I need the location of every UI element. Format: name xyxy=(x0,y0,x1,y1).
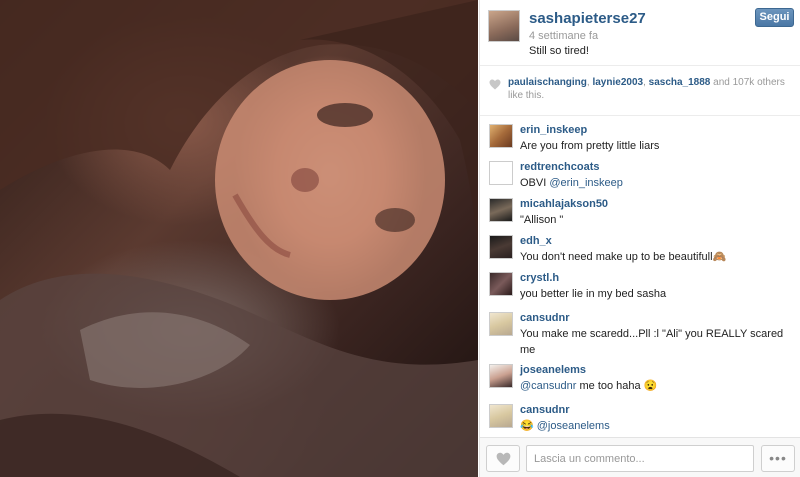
commenter-avatar[interactable] xyxy=(489,364,513,388)
heart-icon xyxy=(496,452,511,466)
comment-item: erin_inskeep Are you from pretty little … xyxy=(480,122,800,159)
comment-mention[interactable]: @erin_inskeep xyxy=(549,177,623,189)
comment-username[interactable]: cansudnr xyxy=(520,402,791,418)
comment-text: Are you from pretty little liars xyxy=(520,140,660,152)
comment-username[interactable]: crystl.h xyxy=(520,270,791,286)
comment-item: cansudnr 😂 @joseanelems xyxy=(480,402,800,437)
comment-item: crystl.h you better lie in my bed sasha xyxy=(480,270,800,310)
like-button[interactable] xyxy=(486,445,520,472)
comment-username[interactable]: cansudnr xyxy=(520,310,791,326)
more-options-button[interactable]: ••• xyxy=(761,445,795,472)
comment-input[interactable] xyxy=(526,445,754,472)
commenter-avatar[interactable] xyxy=(489,124,513,148)
comment-bar: ••• xyxy=(480,437,800,477)
liker-link[interactable]: laynie2003 xyxy=(592,77,643,88)
comment-item: joseanelems @cansudnr me too haha 😧 xyxy=(480,362,800,402)
post-header: sashapieterse27 4 settimane fa Still so … xyxy=(480,0,800,66)
post-caption: Still so tired! xyxy=(529,45,589,57)
commenter-avatar[interactable] xyxy=(489,235,513,259)
comment-username[interactable]: edh_x xyxy=(520,233,791,249)
comment-username[interactable]: micahlajakson50 xyxy=(520,196,791,212)
post-sidebar: sashapieterse27 4 settimane fa Still so … xyxy=(479,0,800,477)
commenter-avatar[interactable] xyxy=(489,198,513,222)
comment-text: OBVI @erin_inskeep xyxy=(520,175,791,191)
commenter-avatar[interactable] xyxy=(489,161,513,185)
heart-icon xyxy=(489,79,501,90)
comment-mention[interactable]: @joseanelems xyxy=(537,420,610,432)
commenter-avatar[interactable] xyxy=(489,272,513,296)
comment-item: micahlajakson50 "Allison " xyxy=(480,196,800,233)
comment-mention[interactable]: @cansudnr xyxy=(520,380,576,392)
author-avatar[interactable] xyxy=(488,10,520,42)
author-username[interactable]: sashapieterse27 xyxy=(529,10,646,27)
comment-text: @cansudnr me too haha 😧 xyxy=(520,378,791,394)
comment-username[interactable]: redtrenchcoats xyxy=(520,159,791,175)
comment-text: You don't need make up to be beautifull🙈 xyxy=(520,251,727,263)
comment-prefix: OBVI xyxy=(520,177,550,189)
post-timestamp[interactable]: 4 settimane fa xyxy=(529,30,598,42)
likes-summary: paulaischanging, laynie2003, sascha_1888… xyxy=(480,66,800,116)
comment-text: You make me scaredd...Pll :l "Ali" you R… xyxy=(520,328,784,356)
comment-username[interactable]: erin_inskeep xyxy=(520,122,791,138)
commenter-avatar[interactable] xyxy=(489,312,513,336)
photo-art xyxy=(0,0,478,477)
comment-item: edh_x You don't need make up to be beaut… xyxy=(480,233,800,270)
comment-item: redtrenchcoats OBVI @erin_inskeep xyxy=(480,159,800,196)
comment-item: cansudnr You make me scaredd...Pll :l "A… xyxy=(480,310,800,362)
follow-button[interactable]: Segui xyxy=(755,8,794,27)
comment-username[interactable]: joseanelems xyxy=(520,362,791,378)
comment-text: "Allison " xyxy=(520,214,564,226)
commenter-avatar[interactable] xyxy=(489,404,513,428)
liker-link[interactable]: paulaischanging xyxy=(508,77,587,88)
comments-list[interactable]: erin_inskeep Are you from pretty little … xyxy=(480,117,800,437)
comment-text: you better lie in my bed sasha xyxy=(520,288,667,300)
liker-link[interactable]: sascha_1888 xyxy=(649,77,711,88)
post-photo xyxy=(0,0,478,477)
comment-text: 😂 @joseanelems xyxy=(520,418,791,434)
comment-suffix: me too haha 😧 xyxy=(576,380,658,392)
comment-prefix: 😂 xyxy=(520,420,537,432)
